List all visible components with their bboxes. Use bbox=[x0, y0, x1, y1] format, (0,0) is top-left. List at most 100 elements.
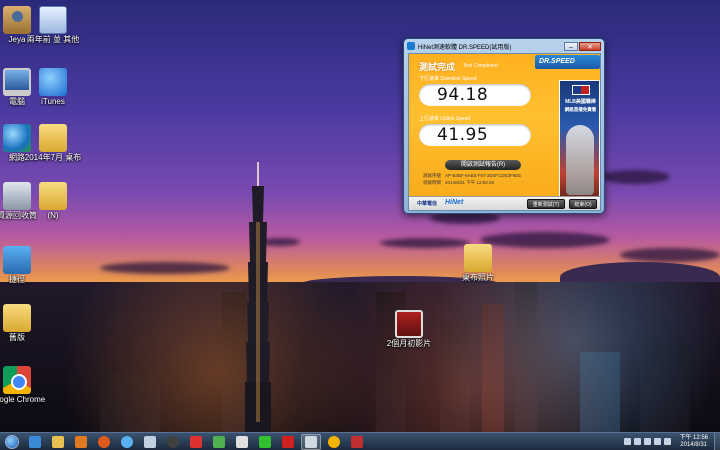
itunes-icon bbox=[121, 435, 133, 448]
mouse-tool-icon bbox=[236, 435, 248, 448]
map-icon bbox=[3, 246, 31, 274]
upload-unit: Mbps bbox=[513, 137, 528, 143]
desktop-icon-shortcut[interactable]: 捷徑 bbox=[0, 246, 48, 285]
test-time-value: 2014/8/31 下午 12:52:28 bbox=[445, 180, 495, 185]
open-report-button[interactable]: 開啟測試報告(R) bbox=[445, 160, 521, 170]
clock-time: 下午 12:56 bbox=[679, 434, 708, 441]
taskbar-button-obs[interactable] bbox=[163, 434, 183, 450]
close-button[interactable]: ✕ bbox=[579, 41, 601, 51]
drspeed-window[interactable]: HiNet測速軟體 DR.SPEED(試用版) – ✕ DR.SPEED 測試完… bbox=[403, 38, 605, 214]
desktop-icon-label: (N) bbox=[47, 211, 59, 220]
system-tray: 下午 12:56 2014/8/31 bbox=[621, 432, 720, 450]
desktop-icon-label: Google Chrome bbox=[0, 395, 46, 404]
ad-title: MLB美國職棒 bbox=[565, 99, 596, 105]
hinet-logo: HiNet bbox=[445, 199, 464, 206]
taskbar-button-firefox[interactable] bbox=[94, 434, 114, 450]
upload-label: 上行速率 Uplink Speed bbox=[419, 116, 471, 122]
media-player-icon bbox=[75, 435, 87, 448]
video-folder-icon bbox=[395, 310, 423, 338]
taskbar-button-ie[interactable] bbox=[25, 434, 45, 450]
desktop-icon-photos-folder[interactable]: 桌布照片 bbox=[447, 244, 509, 283]
taskbar-button-media-player[interactable] bbox=[71, 434, 91, 450]
test-time-row: 測試時間 2014/8/31 下午 12:52:28 bbox=[423, 180, 494, 186]
desktop-icon-label: 2014年7月 桌布 bbox=[24, 153, 82, 162]
clock-date: 2014/8/31 bbox=[680, 441, 707, 448]
explorer-icon bbox=[52, 435, 64, 448]
cht-logo: 中華電信 bbox=[417, 201, 438, 207]
ie-icon bbox=[29, 435, 41, 448]
tray-flag-icon[interactable] bbox=[624, 438, 632, 445]
itunes-icon bbox=[39, 68, 67, 96]
tray-network-icon[interactable] bbox=[634, 438, 642, 445]
tray-app-icon[interactable] bbox=[664, 438, 672, 445]
desktop-icon-control-panel[interactable]: 兩年前 並 其他 bbox=[22, 6, 84, 45]
utorrent-icon bbox=[213, 435, 225, 448]
paint-icon bbox=[351, 435, 363, 448]
app-icon bbox=[144, 435, 156, 448]
test-id-label: 測試序號 bbox=[423, 173, 441, 178]
test-time-label: 測試時間 bbox=[423, 180, 441, 185]
taskbar-button-chrome[interactable] bbox=[324, 434, 344, 450]
finish-button[interactable]: 結束(O) bbox=[569, 199, 597, 209]
download-unit: Mbps bbox=[513, 97, 528, 103]
wallpaper-city-lights bbox=[0, 282, 720, 432]
control-panel-icon bbox=[39, 6, 67, 34]
taskbar-button-mouse-tool[interactable] bbox=[232, 434, 252, 450]
desktop[interactable]: Jeya 兩年前 並 其他 電腦 iTunes 網路 2014年7月 桌布 資源… bbox=[0, 0, 720, 432]
taskbar-button-pdf[interactable] bbox=[278, 434, 298, 450]
test-heading: 測試完成 bbox=[419, 62, 456, 72]
desktop-icon-label: 捷徑 bbox=[9, 275, 25, 284]
test-status: Test Completed bbox=[463, 63, 498, 69]
download-label: 下行速率 Downlink Speed bbox=[419, 76, 477, 82]
tray-volume-icon[interactable] bbox=[644, 438, 652, 445]
test-id-row: 測試序號 AP-B4BF-6AB3-F6T-2D4FCDE3F6EE bbox=[423, 173, 521, 179]
desktop-icon-label: 舊版 bbox=[9, 333, 25, 342]
desktop-icon-chrome[interactable]: Google Chrome bbox=[0, 366, 48, 405]
taskbar-button-paint[interactable] bbox=[347, 434, 367, 450]
desktop-icon-video-folder[interactable]: 2個月初影片 bbox=[378, 310, 440, 349]
line-icon bbox=[259, 435, 271, 448]
windows-orb-icon bbox=[5, 434, 19, 449]
desktop-icon-folder-n[interactable]: (N) bbox=[22, 182, 84, 221]
upload-speed-value: 41.95 bbox=[437, 125, 489, 145]
taskbar-button-line[interactable] bbox=[255, 434, 275, 450]
baseball-player-image bbox=[566, 125, 594, 195]
show-desktop-button[interactable] bbox=[714, 432, 720, 450]
window-titlebar[interactable]: HiNet測速軟體 DR.SPEED(試用版) – ✕ bbox=[404, 39, 604, 53]
folder-icon bbox=[39, 182, 67, 210]
chrome-icon bbox=[328, 435, 340, 448]
desktop-icon-itunes[interactable]: iTunes bbox=[22, 68, 84, 107]
retest-button[interactable]: 重新測試(T) bbox=[527, 199, 565, 209]
clock[interactable]: 下午 12:56 2014/8/31 bbox=[679, 435, 708, 449]
wallpaper-cloud bbox=[100, 262, 230, 274]
start-button[interactable] bbox=[2, 433, 22, 450]
taskbar-button-utorrent[interactable] bbox=[209, 434, 229, 450]
minimize-button[interactable]: – bbox=[564, 41, 578, 51]
desktop-icon-wallpaper-folder[interactable]: 2014年7月 桌布 bbox=[22, 124, 84, 163]
folder-icon bbox=[3, 304, 31, 332]
download-speed-value: 94.18 bbox=[437, 85, 489, 105]
mlb-logo-icon bbox=[572, 85, 590, 95]
desktop-icon-label: iTunes bbox=[41, 97, 65, 106]
taipei-101-tower bbox=[245, 162, 271, 432]
obs-icon bbox=[167, 435, 179, 448]
desktop-icon-label: 2個月初影片 bbox=[386, 339, 432, 348]
drspeed-icon bbox=[305, 435, 317, 448]
taskbar-button-kingsoft[interactable] bbox=[186, 434, 206, 450]
desktop-icon-label: 兩年前 並 其他 bbox=[26, 35, 80, 44]
kingsoft-icon bbox=[190, 435, 202, 448]
app-icon bbox=[407, 42, 415, 50]
tray-ime-icon[interactable] bbox=[654, 438, 662, 445]
desktop-icon-label: 桌布照片 bbox=[462, 273, 494, 282]
taskbar-button-drspeed[interactable] bbox=[301, 433, 321, 450]
ad-subtitle: 網路直播免費看 bbox=[564, 107, 597, 112]
mlb-ad-banner[interactable]: MLB美國職棒 網路直播免費看 bbox=[559, 80, 600, 198]
wallpaper-cloud bbox=[620, 248, 720, 262]
taskbar-button-explorer[interactable] bbox=[48, 434, 68, 450]
wallpaper-cloud bbox=[600, 170, 670, 184]
taskbar-button-app[interactable] bbox=[140, 434, 160, 450]
taskbar-button-itunes[interactable] bbox=[117, 434, 137, 450]
taskbar-apps bbox=[22, 433, 367, 450]
folder-icon bbox=[39, 124, 67, 152]
desktop-icon-old-folder[interactable]: 舊版 bbox=[0, 304, 48, 343]
